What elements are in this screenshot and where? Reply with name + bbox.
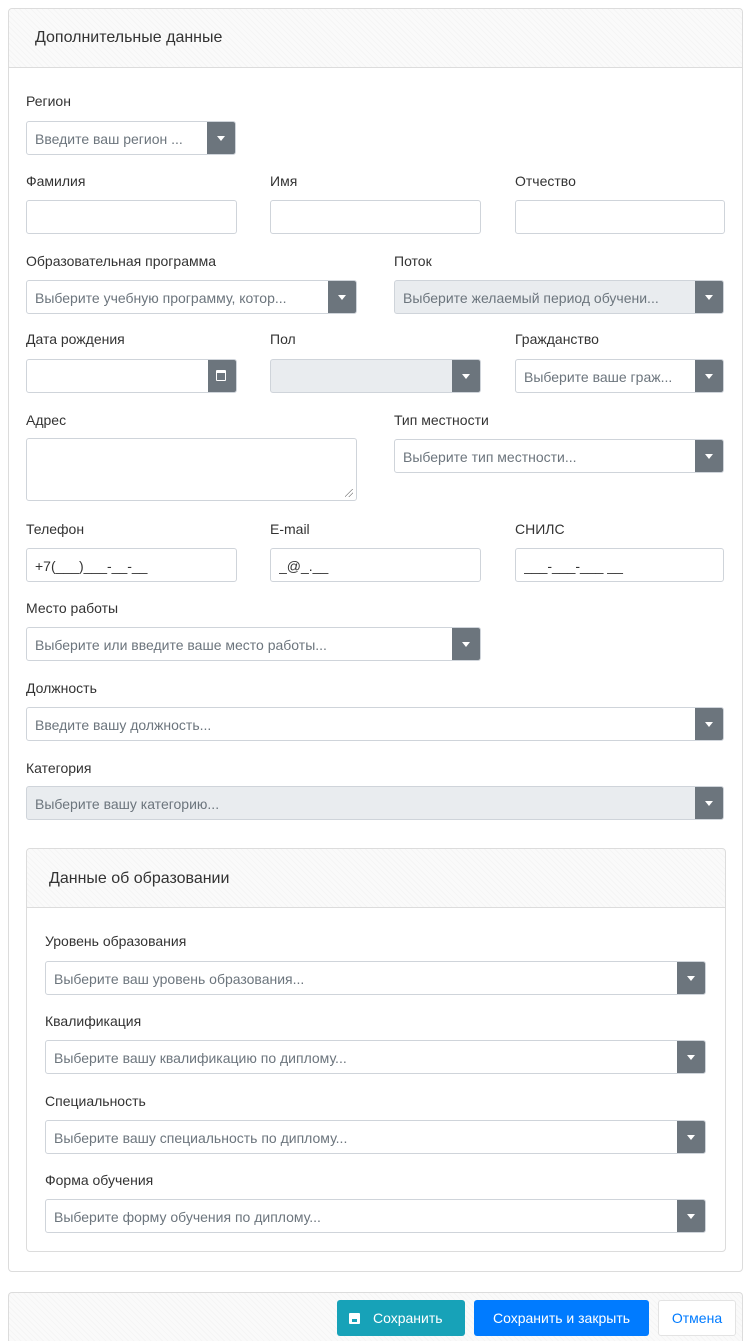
caret-down-icon[interactable] [207,122,235,154]
patronymic-field[interactable] [515,200,725,234]
caret-down-icon[interactable] [328,281,356,313]
caret-down-icon[interactable] [695,281,723,313]
region-select[interactable]: Введите ваш регион ... [26,121,236,155]
caret-down-icon[interactable] [695,360,723,392]
save-and-close-button[interactable]: Сохранить и закрыть [474,1300,649,1336]
qualification-select[interactable]: Выберите вашу квалификацию по диплому... [45,1040,706,1074]
name-field[interactable] [270,200,481,234]
caret-down-icon[interactable] [452,360,480,392]
program-label: Образовательная программа [26,253,217,269]
locality-placeholder: Выберите тип местности... [403,449,577,465]
address-label: Адрес [26,412,67,428]
study-form-select[interactable]: Выберите форму обучения по диплому... [45,1199,706,1233]
gender-label: Пол [270,331,296,347]
position-placeholder: Введите вашу должность... [35,717,212,733]
workplace-label: Место работы [26,600,119,616]
floppy-disk-icon [349,1313,360,1324]
email-value: _@_.__ [279,558,329,574]
snils-label: СНИЛС [515,521,565,537]
email-label: E-mail [270,521,310,537]
save-button-label: Сохранить [373,1310,443,1326]
stream-placeholder: Выберите желаемый период обучени... [403,290,659,306]
education-panel-header: Данные об образовании [27,849,725,908]
education-level-placeholder: Выберите ваш уровень образования... [54,971,305,987]
program-select[interactable]: Выберите учебную программу, котор... [26,280,357,314]
education-panel-title: Данные об образовании [49,870,230,887]
stream-select[interactable]: Выберите желаемый период обучени... [394,280,724,314]
panel-header: Дополнительные данные [9,9,742,68]
resize-grip-icon[interactable] [345,489,353,497]
caret-down-icon[interactable] [677,962,705,994]
locality-label: Тип местности [394,412,489,428]
caret-down-icon[interactable] [695,787,723,819]
stream-label: Поток [394,253,432,269]
email-field[interactable]: _@_.__ [270,548,481,582]
education-level-select[interactable]: Выберите ваш уровень образования... [45,961,706,995]
gender-select[interactable] [270,359,481,393]
locality-select[interactable]: Выберите тип местности... [394,439,724,473]
position-label: Должность [26,680,97,696]
phone-value: +7(___)___-__-__ [35,558,148,574]
caret-down-icon[interactable] [452,628,480,660]
qualification-label: Квалификация [45,1013,142,1029]
caret-down-icon[interactable] [677,1041,705,1073]
workplace-select[interactable]: Выберите или введите ваше место работы..… [26,627,481,661]
patronymic-label: Отчество [515,173,576,189]
save-button[interactable]: Сохранить [337,1300,465,1336]
panel-title: Дополнительные данные [35,29,223,46]
birthdate-label: Дата рождения [26,331,125,347]
citizenship-placeholder: Выберите ваше граж... [524,369,673,385]
category-label: Категория [26,760,92,776]
specialty-placeholder: Выберите вашу специальность по диплому..… [54,1130,348,1146]
study-form-placeholder: Выберите форму обучения по диплому... [54,1209,321,1225]
program-placeholder: Выберите учебную программу, котор... [35,290,287,306]
calendar-icon[interactable] [208,360,236,392]
caret-down-icon[interactable] [695,708,723,740]
region-label: Регион [26,93,71,109]
cancel-button[interactable]: Отмена [658,1300,736,1336]
snils-value: ___-___-___ __ [524,558,623,574]
name-label: Имя [270,173,298,189]
study-form-label: Форма обучения [45,1172,154,1188]
category-select[interactable]: Выберите вашу категорию... [26,786,724,820]
address-textarea[interactable] [26,438,357,501]
surname-label: Фамилия [26,173,86,189]
education-level-label: Уровень образования [45,933,187,949]
specialty-select[interactable]: Выберите вашу специальность по диплому..… [45,1120,706,1154]
workplace-placeholder: Выберите или введите ваше место работы..… [35,637,327,653]
snils-field[interactable]: ___-___-___ __ [515,548,724,582]
phone-field[interactable]: +7(___)___-__-__ [26,548,237,582]
citizenship-label: Гражданство [515,331,599,347]
specialty-label: Специальность [45,1093,146,1109]
caret-down-icon[interactable] [677,1121,705,1153]
region-placeholder: Введите ваш регион ... [35,131,183,147]
surname-field[interactable] [26,200,237,234]
caret-down-icon[interactable] [677,1200,705,1232]
position-select[interactable]: Введите вашу должность... [26,707,724,741]
category-placeholder: Выберите вашу категорию... [35,796,220,812]
qualification-placeholder: Выберите вашу квалификацию по диплому... [54,1050,347,1066]
caret-down-icon[interactable] [695,440,723,472]
phone-label: Телефон [26,521,85,537]
citizenship-select[interactable]: Выберите ваше граж... [515,359,724,393]
birthdate-field[interactable] [26,359,237,393]
